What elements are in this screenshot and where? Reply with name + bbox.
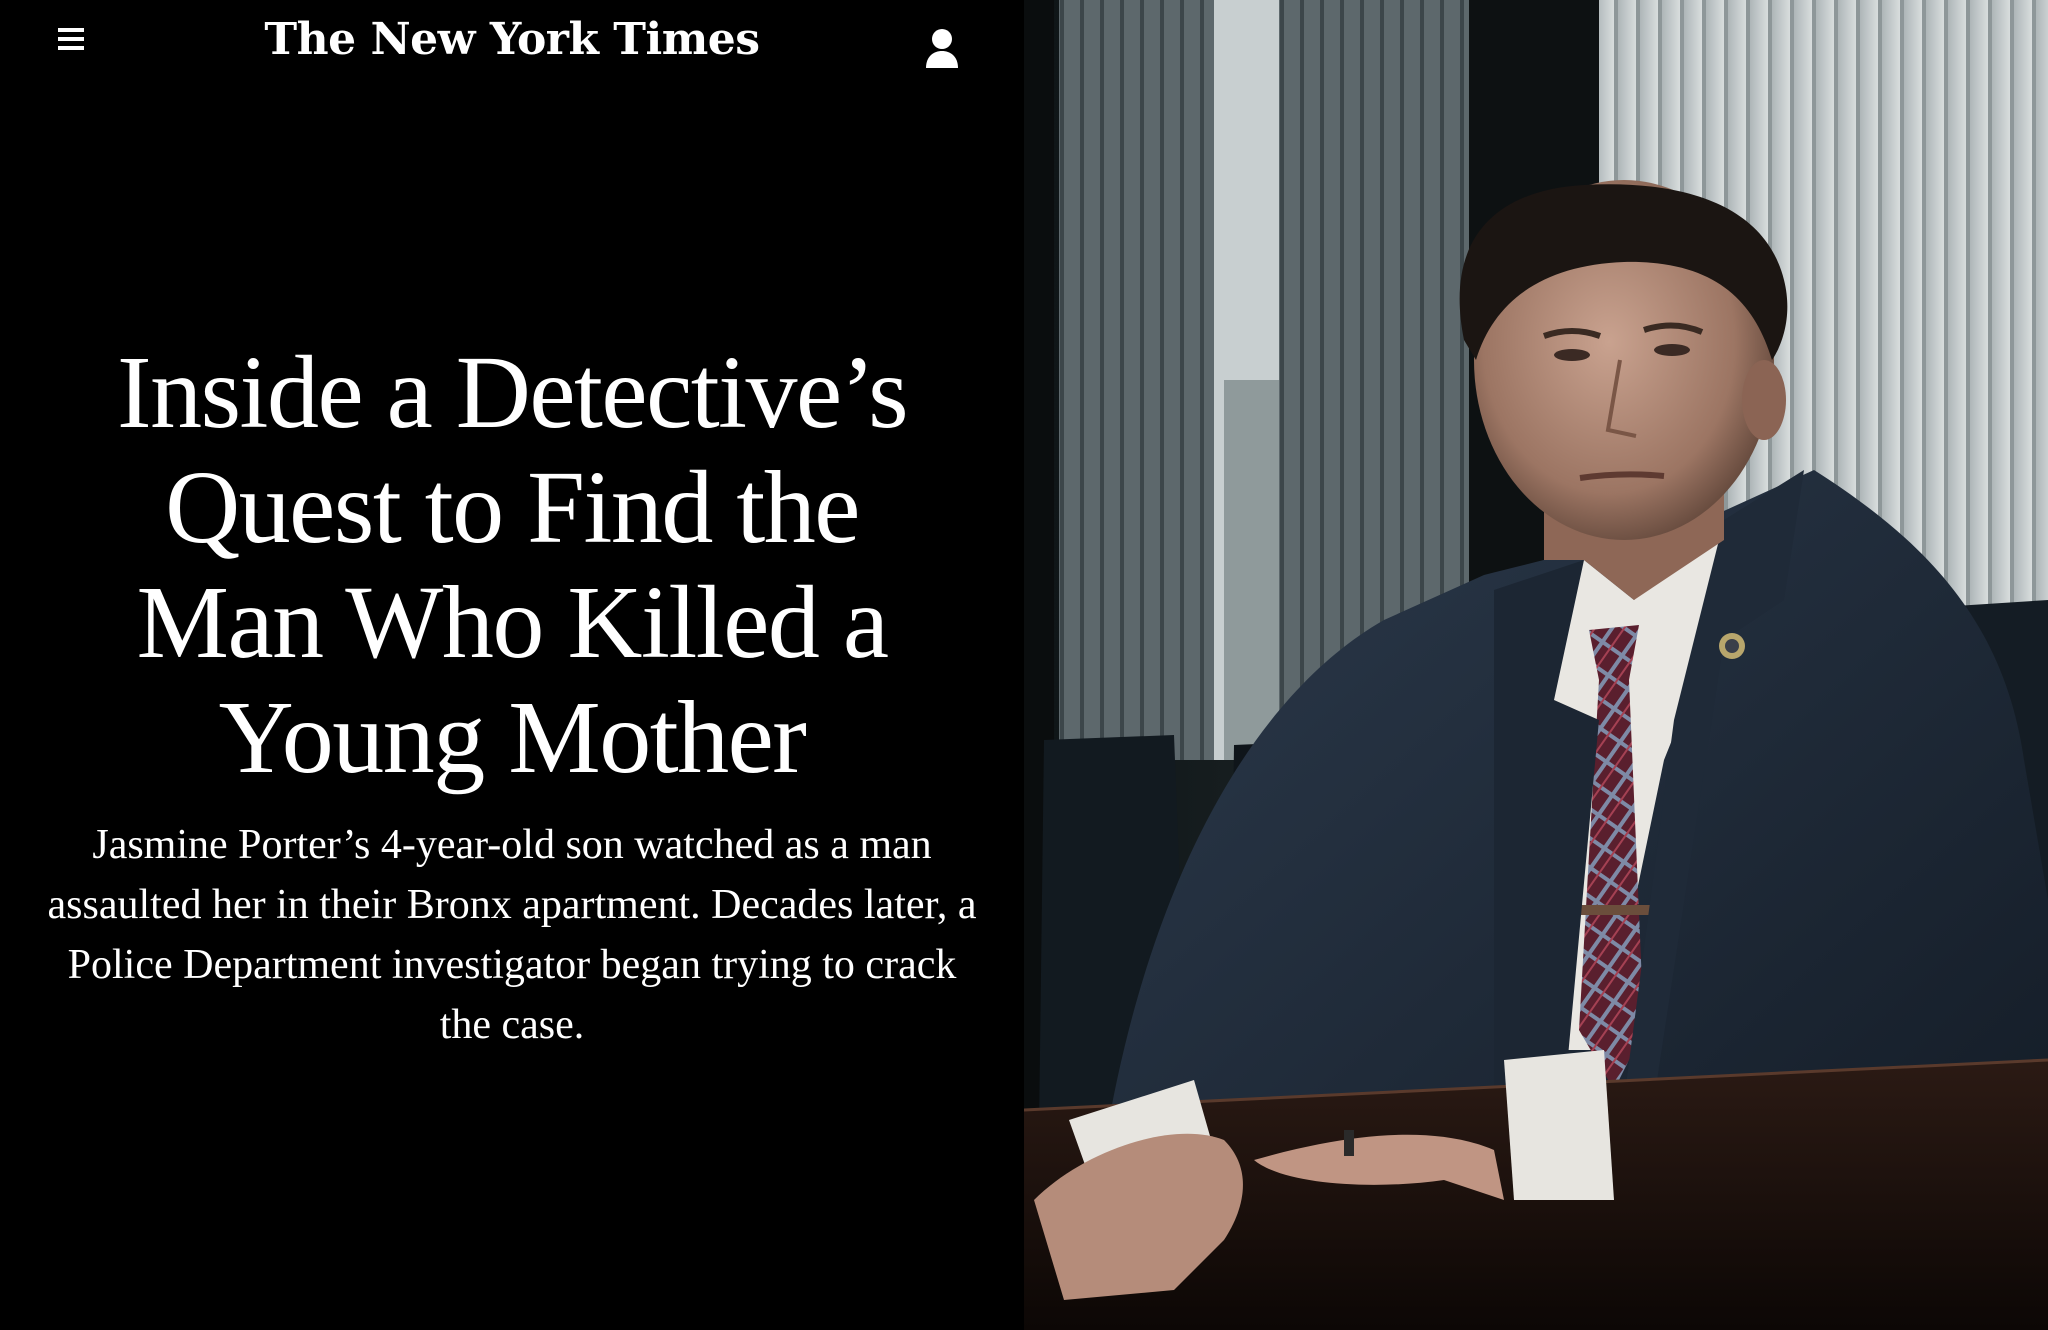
nyt-logo[interactable]: The New York Times	[0, 10, 1024, 70]
detective-portrait-image	[1024, 0, 2048, 1330]
article-page: The New York Times Inside a Detective’s …	[0, 0, 2048, 1330]
top-navigation-bar: The New York Times	[0, 0, 1024, 90]
article-summary: Jasmine Porter’s 4-year-old son watched …	[47, 822, 977, 1048]
lead-photo	[1024, 0, 2048, 1330]
user-account-icon	[926, 29, 958, 68]
article-headline: Inside a Detective’s Quest to Find the M…	[116, 335, 909, 795]
account-button[interactable]	[922, 24, 962, 72]
article-header-panel: The New York Times Inside a Detective’s …	[0, 0, 1024, 1330]
